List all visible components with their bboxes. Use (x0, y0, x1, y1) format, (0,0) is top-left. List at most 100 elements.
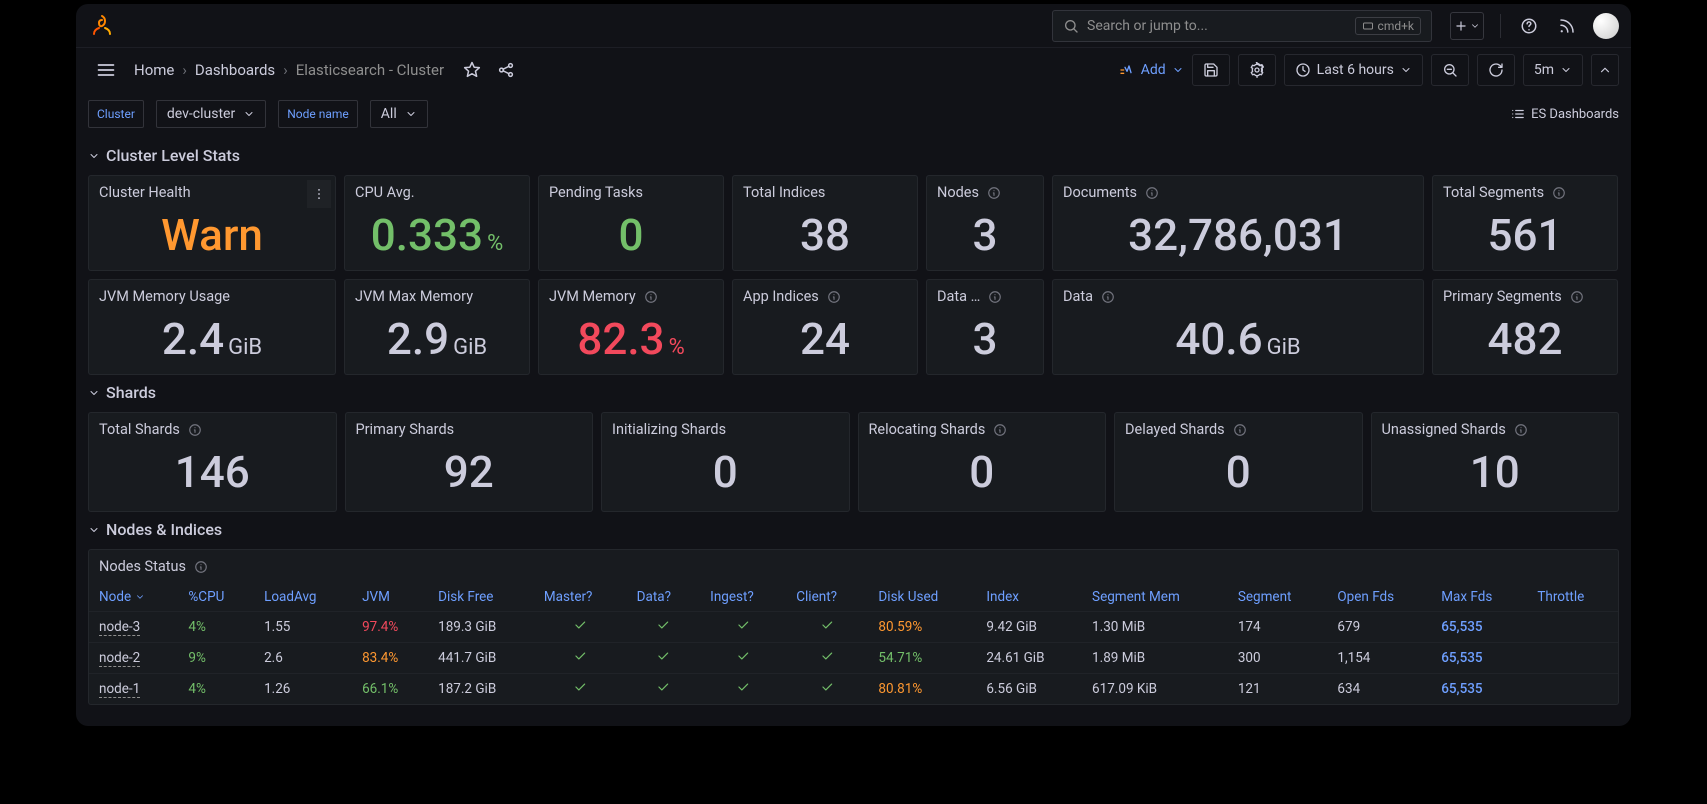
menu-button[interactable] (88, 52, 124, 88)
table-header[interactable]: Open Fds (1327, 583, 1431, 612)
check-icon (820, 649, 834, 663)
stat-panel: Delayed Shards0 (1114, 412, 1363, 512)
add-button[interactable]: Add (1119, 62, 1184, 78)
table-header[interactable]: %CPU (178, 583, 254, 612)
panel-menu-button[interactable] (307, 180, 331, 208)
stat-panel: Primary Shards92 (345, 412, 594, 512)
sort-icon (135, 592, 145, 602)
create-button[interactable] (1450, 12, 1484, 40)
table-header[interactable]: Ingest? (700, 583, 786, 612)
panel-value: 3 (927, 201, 1043, 277)
dashboard-links[interactable]: ES Dashboards (1511, 107, 1619, 122)
check-icon (656, 680, 670, 694)
panel-title: JVM Max Memory (345, 280, 529, 305)
table-row: node-34%1.5597.4%189.3 GiB80.59%9.42 GiB… (89, 612, 1618, 643)
chevron-up-icon (1598, 63, 1612, 77)
table-header[interactable]: Throttle (1527, 583, 1618, 612)
table-header[interactable]: Index (976, 583, 1082, 612)
chevron-down-icon (405, 108, 417, 120)
share-button[interactable] (494, 58, 518, 82)
news-button[interactable] (1555, 14, 1579, 38)
clock-icon (1295, 62, 1311, 78)
breadcrumb-home[interactable]: Home (134, 61, 174, 79)
info-icon (988, 290, 1002, 304)
node-cell[interactable]: node-3 (89, 612, 178, 643)
favorite-button[interactable] (460, 58, 484, 82)
keyboard-icon (1362, 20, 1374, 32)
panel-title: Pending Tasks (539, 176, 723, 201)
search-icon (1063, 18, 1079, 34)
panel-value: 146 (89, 438, 336, 514)
time-range-picker[interactable]: Last 6 hours (1284, 54, 1423, 86)
table-header[interactable]: Master? (534, 583, 627, 612)
panel-value: 0 (1115, 438, 1362, 514)
collapse-button[interactable] (1591, 54, 1619, 86)
section-nodes-indices[interactable]: Nodes & Indices (88, 520, 1619, 539)
panel-title: Data … (927, 280, 1043, 305)
table-header[interactable]: Disk Free (428, 583, 534, 612)
panel-value: 2.9GiB (345, 305, 529, 381)
search-input[interactable]: Search or jump to... cmd+k (1052, 10, 1432, 42)
node-cell[interactable]: node-1 (89, 674, 178, 705)
panel-title: JVM Memory (539, 280, 723, 305)
zoom-out-button[interactable] (1431, 54, 1469, 86)
info-icon (1514, 423, 1528, 437)
info-icon (1145, 186, 1159, 200)
section-cluster-stats[interactable]: Cluster Level Stats (88, 146, 1619, 165)
check-icon (573, 618, 587, 632)
rss-icon (1558, 17, 1576, 35)
breadcrumb-dashboards[interactable]: Dashboards (195, 61, 275, 79)
stat-panel: JVM Memory Usage2.4GiB (88, 279, 336, 375)
check-icon (573, 649, 587, 663)
table-row: node-29%2.683.4%441.7 GiB54.71%24.61 GiB… (89, 643, 1618, 674)
table-header[interactable]: Segment Mem (1082, 583, 1228, 612)
panel-value: 0 (859, 438, 1106, 514)
breadcrumbs: Home › Dashboards › Elasticsearch - Clus… (134, 61, 444, 79)
table-header[interactable]: JVM (352, 583, 428, 612)
chevron-down-icon (1400, 64, 1412, 76)
panel-value: Warn (89, 201, 335, 277)
var-cluster-label: Cluster (88, 100, 144, 128)
var-node-select[interactable]: All (370, 100, 428, 128)
table-header[interactable]: Max Fds (1431, 583, 1527, 612)
panel-value: 2.4GiB (89, 305, 335, 381)
table-header[interactable]: Client? (786, 583, 868, 612)
panel-title: Delayed Shards (1115, 413, 1362, 438)
section-shards[interactable]: Shards (88, 383, 1619, 402)
save-button[interactable] (1192, 54, 1230, 86)
panel-title: Documents (1053, 176, 1423, 201)
stat-panel: Data40.6GiB (1052, 279, 1424, 375)
user-avatar[interactable] (1593, 13, 1619, 39)
grafana-logo-icon[interactable] (88, 12, 116, 40)
sub-toolbar: Home › Dashboards › Elasticsearch - Clus… (76, 48, 1631, 92)
refresh-interval-picker[interactable]: 5m (1523, 54, 1583, 86)
table-header[interactable]: Data? (627, 583, 701, 612)
check-icon (736, 618, 750, 632)
stat-panel: Primary Segments482 (1432, 279, 1618, 375)
panel-title: Nodes (927, 176, 1043, 201)
panel-value: 40.6GiB (1053, 305, 1423, 381)
node-cell[interactable]: node-2 (89, 643, 178, 674)
info-icon (827, 290, 841, 304)
var-cluster-select[interactable]: dev-cluster (156, 100, 266, 128)
table-header[interactable]: LoadAvg (254, 583, 352, 612)
breadcrumb-current: Elasticsearch - Cluster (296, 61, 444, 79)
refresh-button[interactable] (1477, 54, 1515, 86)
panel-title: Cluster Health (89, 176, 335, 201)
list-icon (1511, 107, 1525, 121)
panel-value: 82.3% (539, 305, 723, 381)
panel-title: Total Segments (1433, 176, 1617, 201)
check-icon (573, 680, 587, 694)
search-placeholder: Search or jump to... (1087, 18, 1208, 34)
share-icon (497, 61, 515, 79)
table-header[interactable]: Disk Used (868, 583, 976, 612)
panel-title: Total Shards (89, 413, 336, 438)
help-icon (1520, 17, 1538, 35)
star-icon (463, 61, 481, 79)
table-header[interactable]: Node (89, 583, 178, 611)
table-header[interactable]: Segment (1228, 583, 1328, 612)
help-button[interactable] (1517, 14, 1541, 38)
menu-icon (96, 60, 116, 80)
stats-row-2: JVM Memory Usage2.4GiBJVM Max Memory2.9G… (88, 279, 1619, 375)
settings-button[interactable] (1238, 54, 1276, 86)
